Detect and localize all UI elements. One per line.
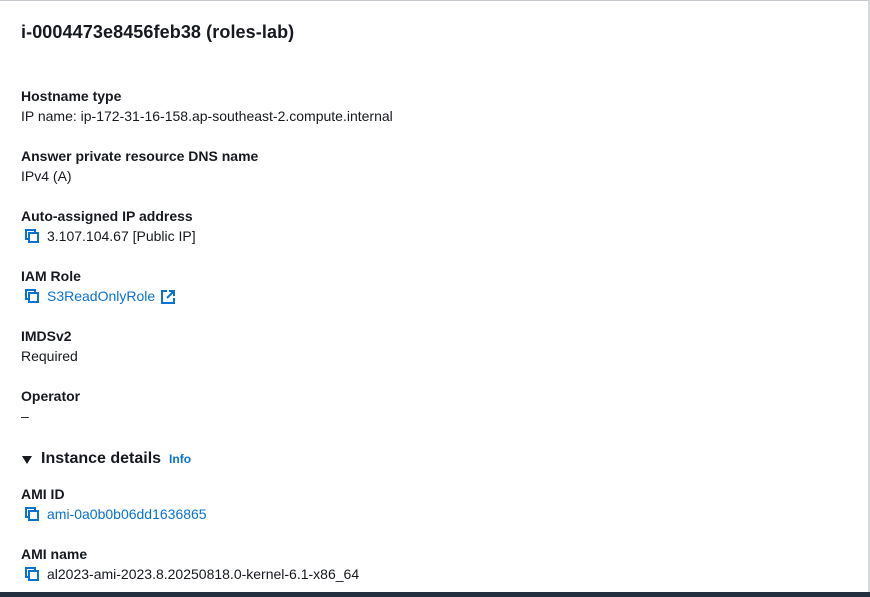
ami-name-value: al2023-ami-2023.8.20250818.0-kernel-6.1-…	[47, 566, 360, 582]
field-auto-ip: Auto-assigned IP address 3.107.104.67 [P…	[21, 206, 196, 246]
field-answer-dns: Answer private resource DNS name IPv4 (A…	[21, 146, 258, 186]
bottom-bar	[0, 592, 870, 597]
operator-label: Operator	[21, 388, 81, 404]
field-ami-name: AMI name al2023-ami-2023.8.20250818.0-ke…	[21, 544, 359, 584]
hostname-type-label: Hostname type	[21, 88, 122, 104]
info-link[interactable]: Info	[169, 452, 191, 466]
copy-icon[interactable]	[25, 289, 39, 303]
iam-role-label: IAM Role	[21, 268, 81, 284]
caret-down-icon[interactable]	[21, 453, 33, 465]
field-operator: Operator –	[21, 386, 80, 426]
ami-id-value-row: ami-0a0b0b06dd1636865	[21, 504, 207, 524]
field-hostname-type: Hostname type IP name: ip-172-31-16-158.…	[21, 86, 393, 126]
iam-role-value-row: S3ReadOnlyRole	[21, 286, 176, 306]
external-link-icon[interactable]	[161, 289, 176, 304]
ami-id-link[interactable]: ami-0a0b0b06dd1636865	[47, 504, 207, 524]
instance-details-section-header[interactable]: Instance details Info	[21, 450, 191, 468]
ami-name-label: AMI name	[21, 546, 88, 562]
section-title[interactable]: Instance details	[41, 450, 161, 468]
copy-icon[interactable]	[25, 567, 39, 581]
auto-ip-value: 3.107.104.67 [Public IP]	[47, 228, 196, 244]
imdsv2-value: Required	[21, 348, 78, 364]
field-imdsv2: IMDSv2 Required	[21, 326, 78, 366]
auto-ip-label: Auto-assigned IP address	[21, 208, 193, 224]
answer-dns-label: Answer private resource DNS name	[21, 148, 259, 164]
ami-name-value-row: al2023-ami-2023.8.20250818.0-kernel-6.1-…	[21, 564, 359, 584]
ami-id-label: AMI ID	[21, 486, 65, 502]
answer-dns-value: IPv4 (A)	[21, 168, 72, 184]
imdsv2-label: IMDSv2	[21, 328, 72, 344]
top-divider	[0, 0, 870, 4]
page-title: i-0004473e8456feb38 (roles-lab)	[21, 22, 295, 42]
field-ami-id: AMI ID ami-0a0b0b06dd1636865	[21, 484, 207, 524]
copy-icon[interactable]	[25, 229, 39, 243]
hostname-type-value: IP name: ip-172-31-16-158.ap-southeast-2…	[21, 108, 393, 124]
field-iam-role: IAM Role S3ReadOnlyRole	[21, 266, 176, 306]
operator-value: –	[21, 408, 29, 424]
copy-icon[interactable]	[25, 507, 39, 521]
auto-ip-value-row: 3.107.104.67 [Public IP]	[21, 226, 196, 246]
iam-role-link[interactable]: S3ReadOnlyRole	[47, 286, 155, 306]
